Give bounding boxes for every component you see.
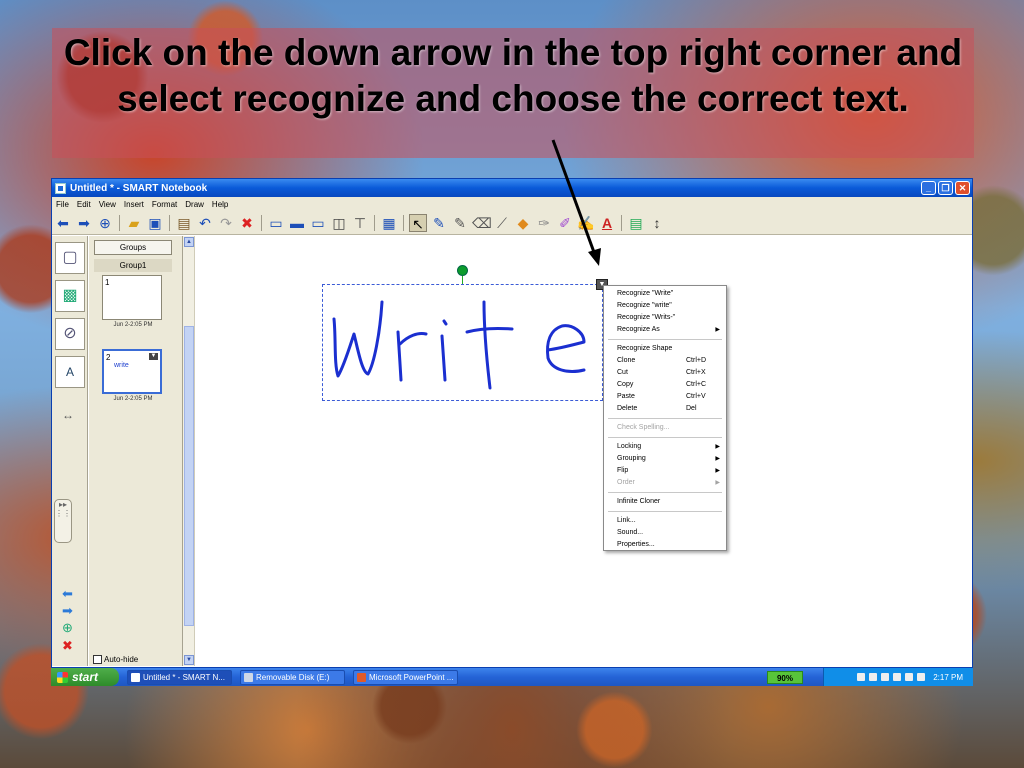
pointer-arrow — [551, 139, 601, 266]
arrow-head — [588, 248, 601, 266]
